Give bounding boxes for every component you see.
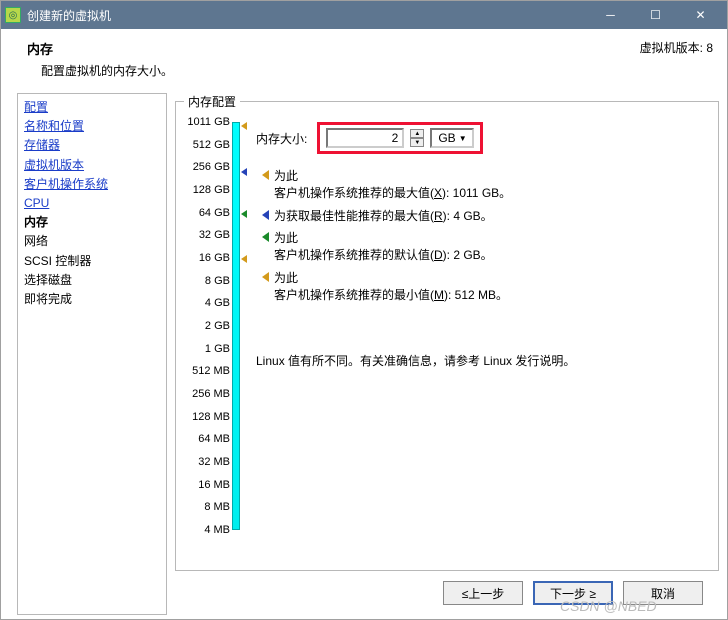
recommendation-row: 为此客户机操作系统推荐的默认值(D): 2 GB。 <box>256 230 710 264</box>
caret-icon <box>262 272 269 282</box>
sidebar-item[interactable]: 名称和位置 <box>24 117 160 136</box>
titlebar: ◎ 创建新的虚拟机 ─ ☐ ✕ <box>1 1 727 29</box>
scale-tick: 16 MB <box>184 479 230 491</box>
scale-tick: 32 MB <box>184 456 230 468</box>
rec-line2: 客户机操作系统推荐的默认值(D): 2 GB。 <box>274 247 710 264</box>
rec-line1: 为此 <box>274 168 710 185</box>
memory-scale[interactable]: 1011 GB512 GB256 GB128 GB64 GB32 GB16 GB… <box>184 120 244 540</box>
chevron-down-icon: ▼ <box>459 134 467 143</box>
memory-size-stepper[interactable]: ▲ ▼ <box>410 129 424 147</box>
memory-config-group: 内存配置 1011 GB 512 GB 256 GB 128 GB 64 GB 32 GB… <box>175 93 719 571</box>
group-legend: 内存配置 <box>184 93 240 110</box>
scale-tick: 512 MB <box>184 365 230 377</box>
dialog-window: ◎ 创建新的虚拟机 ─ ☐ ✕ 内存 配置虚拟机的内存大小。 虚拟机版本: 8 … <box>0 0 728 620</box>
scale-tick: 1011 GB <box>184 116 230 128</box>
rec-line1: 为此 <box>274 230 710 247</box>
minimize-button[interactable]: ─ <box>588 3 633 27</box>
scale-tick: 256 MB <box>184 388 230 400</box>
caret-icon <box>262 232 269 242</box>
vm-version-label: 虚拟机版本: 8 <box>640 39 713 79</box>
app-icon: ◎ <box>5 7 21 23</box>
wizard-header: 内存 配置虚拟机的内存大小。 虚拟机版本: 8 <box>1 29 727 89</box>
sidebar-item: SCSI 控制器 <box>24 252 160 271</box>
sidebar-item[interactable]: 虚拟机版本 <box>24 156 160 175</box>
back-button[interactable]: ≤上一步 <box>443 581 523 605</box>
scale-tick: 2 GB <box>184 320 230 332</box>
scale-tick: 256 GB <box>184 161 230 173</box>
sidebar-item[interactable]: 存储器 <box>24 136 160 155</box>
spin-up-icon[interactable]: ▲ <box>410 129 424 138</box>
maximize-button[interactable]: ☐ <box>633 3 678 27</box>
sidebar-item: 网络 <box>24 232 160 251</box>
scale-tick: 16 GB <box>184 252 230 264</box>
scale-tick: 1 GB <box>184 343 230 355</box>
rec-line2: 客户机操作系统推荐的最大值(X): 1011 GB。 <box>274 185 710 202</box>
scale-tick: 128 GB <box>184 184 230 196</box>
scale-marker-icon <box>241 210 247 218</box>
page-title: 内存 <box>27 39 640 58</box>
wizard-steps-sidebar: 配置名称和位置存储器虚拟机版本客户机操作系统CPU内存网络SCSI 控制器选择磁… <box>17 93 167 615</box>
footnote: Linux 值有所不同。有关准确信息，请参考 Linux 发行说明。 <box>256 352 710 369</box>
wizard-buttons: ≤上一步 下一步 ≥ 取消 <box>175 571 719 615</box>
rec-line1: 为此 <box>274 270 710 287</box>
recommendation-row: 为获取最佳性能推荐的最大值(R): 4 GB。 <box>256 208 710 225</box>
scale-marker-icon <box>241 122 247 130</box>
caret-icon <box>262 210 269 220</box>
memory-size-input[interactable] <box>332 131 398 145</box>
scale-tick: 8 MB <box>184 501 230 513</box>
caret-icon <box>262 170 269 180</box>
scale-tick: 128 MB <box>184 411 230 423</box>
close-button[interactable]: ✕ <box>678 3 723 27</box>
rec-line2: 客户机操作系统推荐的最小值(M): 512 MB。 <box>274 287 710 304</box>
rec-line2: 为获取最佳性能推荐的最大值(R): 4 GB。 <box>274 208 710 225</box>
scale-tick: 4 GB <box>184 297 230 309</box>
scale-marker-icon <box>241 255 247 263</box>
page-subtitle: 配置虚拟机的内存大小。 <box>41 62 640 79</box>
scale-tick: 512 GB <box>184 139 230 151</box>
recommendation-row: 为此客户机操作系统推荐的最小值(M): 512 MB。 <box>256 270 710 304</box>
sidebar-item[interactable]: 客户机操作系统 <box>24 175 160 194</box>
scale-tick: 32 GB <box>184 229 230 241</box>
memory-unit-select[interactable]: GB ▼ <box>430 128 473 148</box>
sidebar-item[interactable]: CPU <box>24 194 160 213</box>
memory-size-input-box <box>326 128 404 148</box>
sidebar-item: 内存 <box>24 213 160 232</box>
next-button[interactable]: 下一步 ≥ <box>533 581 613 605</box>
sidebar-item: 选择磁盘 <box>24 271 160 290</box>
sidebar-item: 即将完成 <box>24 290 160 309</box>
scale-tick: 64 MB <box>184 433 230 445</box>
scale-bar <box>232 122 240 530</box>
spin-down-icon[interactable]: ▼ <box>410 138 424 147</box>
recommendations-list: 为此客户机操作系统推荐的最大值(X): 1011 GB。为获取最佳性能推荐的最大… <box>256 168 710 304</box>
highlight-box: ▲ ▼ GB ▼ <box>317 122 482 154</box>
scale-tick: 64 GB <box>184 207 230 219</box>
scale-tick: 8 GB <box>184 275 230 287</box>
window-title: 创建新的虚拟机 <box>27 7 588 24</box>
memory-size-label: 内存大小: <box>256 130 307 147</box>
recommendation-row: 为此客户机操作系统推荐的最大值(X): 1011 GB。 <box>256 168 710 202</box>
scale-marker-icon <box>241 168 247 176</box>
scale-tick: 4 MB <box>184 524 230 536</box>
sidebar-item[interactable]: 配置 <box>24 98 160 117</box>
cancel-button[interactable]: 取消 <box>623 581 703 605</box>
memory-unit-value: GB <box>438 131 455 145</box>
